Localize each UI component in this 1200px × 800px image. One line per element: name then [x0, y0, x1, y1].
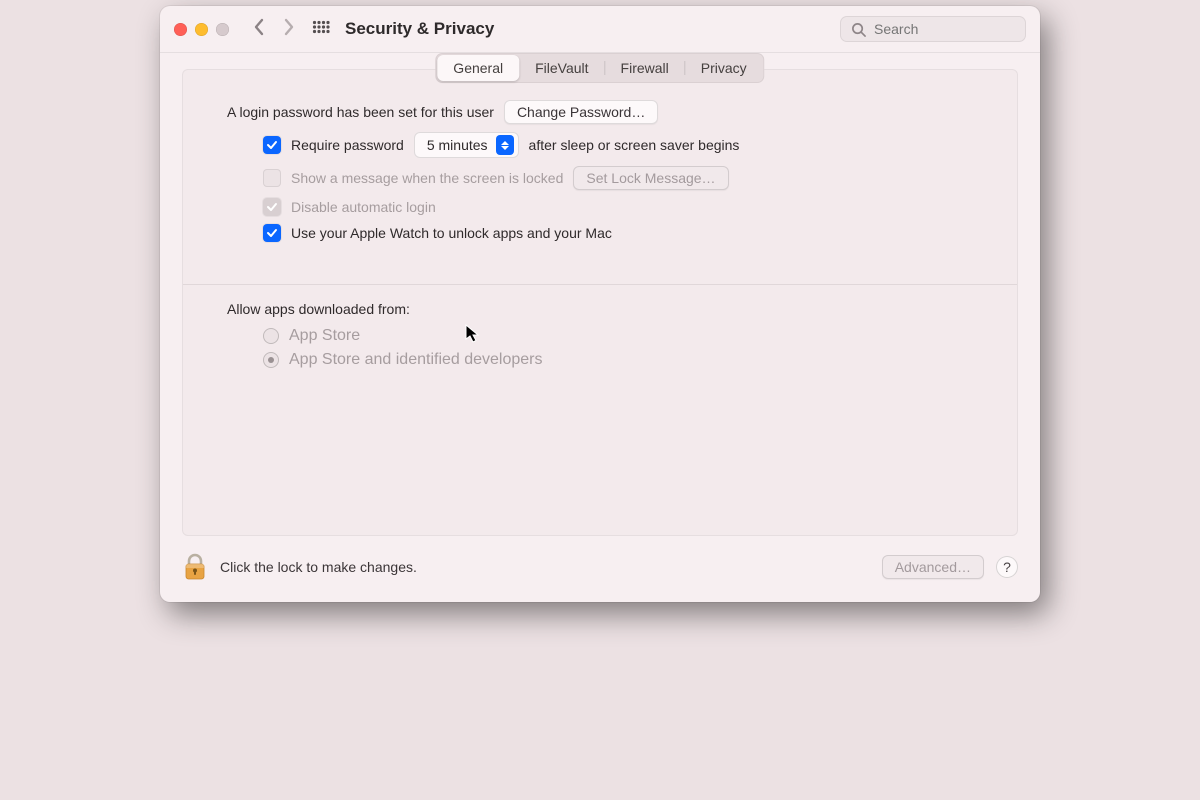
- require-password-label: Require password: [291, 137, 404, 153]
- tab-filevault[interactable]: FileVault: [519, 55, 604, 81]
- disable-auto-login-checkbox: [263, 198, 281, 216]
- stepper-icon: [496, 135, 514, 155]
- radio-appstore-developers: [263, 352, 279, 368]
- general-panel: A login password has been set for this u…: [183, 86, 1017, 535]
- show-message-label: Show a message when the screen is locked: [291, 170, 563, 186]
- nav-arrows: [247, 18, 301, 40]
- lock-hint: Click the lock to make changes.: [220, 559, 417, 575]
- divider: [183, 284, 1017, 285]
- forward-button[interactable]: [283, 18, 295, 40]
- apple-watch-row: Use your Apple Watch to unlock apps and …: [263, 224, 973, 242]
- disable-auto-login-label: Disable automatic login: [291, 199, 436, 215]
- allow-downloads-title: Allow apps downloaded from:: [227, 301, 973, 317]
- settings-panel: General FileVault Firewall Privacy A log…: [182, 69, 1018, 536]
- apple-watch-label: Use your Apple Watch to unlock apps and …: [291, 225, 612, 241]
- window-title: Security & Privacy: [345, 19, 494, 39]
- minimize-window-button[interactable]: [195, 23, 208, 36]
- require-password-delay-select[interactable]: 5 minutes: [414, 132, 519, 158]
- radio-appstore-label: App Store: [289, 327, 360, 345]
- footer: Click the lock to make changes. Advanced…: [160, 536, 1040, 602]
- tab-general[interactable]: General: [437, 55, 519, 81]
- zoom-window-button[interactable]: [216, 23, 229, 36]
- set-lock-message-button: Set Lock Message…: [573, 166, 728, 190]
- tab-privacy[interactable]: Privacy: [685, 55, 763, 81]
- preferences-window: Security & Privacy General FileVault Fir…: [160, 6, 1040, 602]
- show-message-checkbox: [263, 169, 281, 187]
- close-window-button[interactable]: [174, 23, 187, 36]
- back-button[interactable]: [253, 18, 265, 40]
- require-password-checkbox[interactable]: [263, 136, 281, 154]
- titlebar: Security & Privacy: [160, 6, 1040, 53]
- help-button[interactable]: ?: [996, 556, 1018, 578]
- require-password-delay-value: 5 minutes: [427, 137, 488, 153]
- tab-bar: General FileVault Firewall Privacy: [435, 53, 764, 83]
- lock-icon[interactable]: [182, 552, 208, 582]
- apple-watch-checkbox[interactable]: [263, 224, 281, 242]
- advanced-button[interactable]: Advanced…: [882, 555, 984, 579]
- tab-firewall[interactable]: Firewall: [605, 55, 685, 81]
- after-sleep-label: after sleep or screen saver begins: [529, 137, 740, 153]
- search-icon: [851, 22, 866, 37]
- window-controls: [174, 23, 229, 36]
- disable-auto-login-row: Disable automatic login: [263, 198, 973, 216]
- radio-appstore-row: App Store: [263, 327, 973, 345]
- change-password-button[interactable]: Change Password…: [504, 100, 658, 124]
- login-password-row: A login password has been set for this u…: [227, 100, 973, 124]
- radio-appstore-dev-row: App Store and identified developers: [263, 351, 973, 369]
- radio-appstore: [263, 328, 279, 344]
- content-area: General FileVault Firewall Privacy A log…: [160, 53, 1040, 536]
- search-input[interactable]: [874, 21, 1015, 37]
- search-field[interactable]: [840, 16, 1026, 42]
- login-password-label: A login password has been set for this u…: [227, 104, 494, 120]
- show-message-row: Show a message when the screen is locked…: [263, 166, 973, 190]
- radio-appstore-dev-label: App Store and identified developers: [289, 351, 543, 369]
- show-all-icon[interactable]: [311, 19, 331, 39]
- require-password-row: Require password 5 minutes after sleep o…: [263, 132, 973, 158]
